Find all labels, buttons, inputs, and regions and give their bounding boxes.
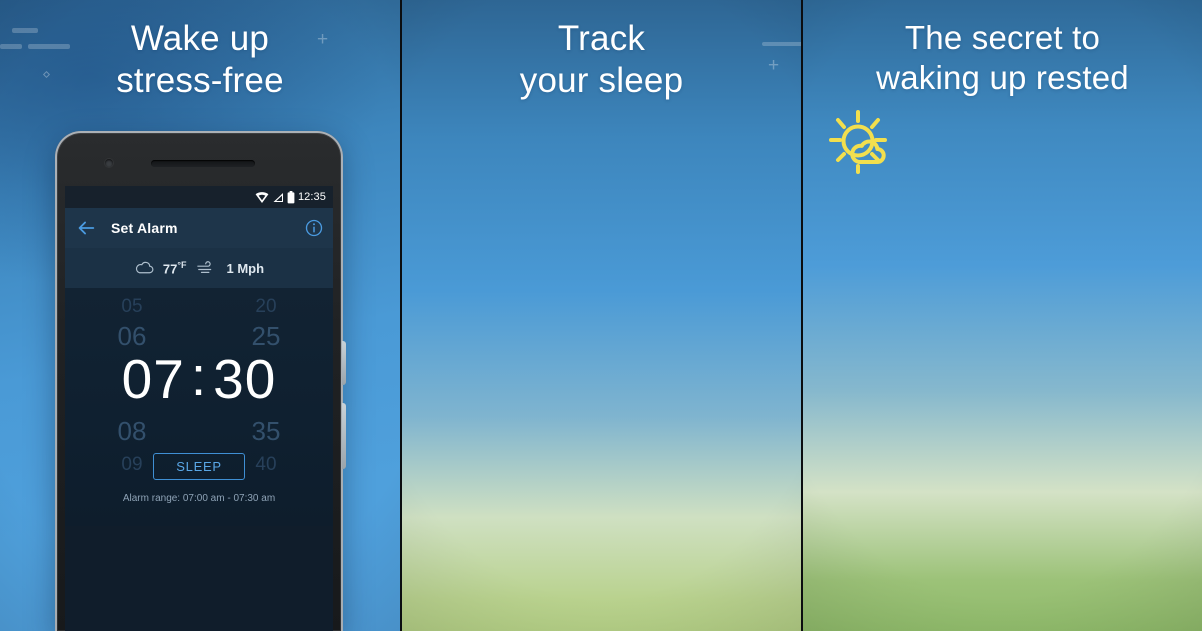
back-arrow-icon[interactable] (75, 217, 97, 239)
panel-3-headline: The secret to waking up rested (803, 18, 1202, 98)
headline-line-1: Track (557, 19, 646, 58)
weather-row: 77°F 1 Mph (65, 248, 333, 288)
wind-value: 1 Mph (226, 260, 265, 276)
minute-option-below[interactable]: 35 (199, 416, 333, 447)
panel-waking-rested: The secret to waking up rested (803, 0, 1202, 631)
sleep-button[interactable]: SLEEP (153, 453, 245, 480)
alarm-time-picker[interactable]: 05 06 08 09 20 25 35 40 07:30 SLEEP Alar… (65, 288, 333, 526)
sun-behind-cloud-icon (829, 110, 887, 174)
hour-option-far-above[interactable]: 05 (65, 296, 199, 318)
minute-option-far-above[interactable]: 20 (199, 296, 333, 318)
selected-hour: 07 (121, 348, 185, 410)
status-bar-1: 12:35 (65, 186, 333, 208)
panel-wake-up: + Wake up stress-free 12:35 Set Alarm 77… (0, 0, 400, 631)
panel-1-headline: Wake up stress-free (0, 18, 400, 103)
panel-2-headline: Track your sleep (402, 18, 801, 103)
front-camera-icon (105, 159, 113, 167)
time-separator: : (190, 345, 208, 407)
volume-button[interactable] (342, 403, 346, 469)
temperature-unit: °F (177, 259, 187, 270)
cloud-icon (135, 261, 154, 274)
wind-icon (196, 261, 211, 273)
phone-mockup-1: 12:35 Set Alarm 77°F 1 Mph 05 06 08 09 2… (55, 131, 346, 631)
info-icon[interactable] (305, 219, 323, 237)
signal-icon (273, 192, 283, 202)
headline-line-2: stress-free (116, 61, 284, 101)
headline-line-1: The secret to (904, 19, 1101, 56)
phone-screen-1: 12:35 Set Alarm 77°F 1 Mph 05 06 08 09 2… (65, 186, 333, 631)
headline-line-1: Wake up (130, 19, 270, 58)
earpiece-speaker (151, 160, 255, 167)
power-button[interactable] (342, 341, 346, 385)
screenshot-stage: + Wake up stress-free 12:35 Set Alarm 77… (0, 0, 1202, 631)
status-bar-time: 12:35 (297, 191, 326, 203)
battery-icon (287, 190, 295, 203)
temperature-value: 77°F (162, 259, 187, 277)
headline-line-2: your sleep (519, 61, 684, 101)
app-bar-title: Set Alarm (111, 220, 178, 236)
alarm-range-text: Alarm range: 07:00 am - 07:30 am (122, 493, 276, 504)
selected-alarm-time: 07:30 (65, 349, 333, 407)
app-bar-set-alarm: Set Alarm (65, 208, 333, 248)
wifi-icon (255, 191, 269, 203)
headline-line-2: waking up rested (876, 58, 1129, 96)
selected-minute: 30 (213, 348, 277, 410)
hour-option-below[interactable]: 08 (65, 416, 199, 447)
panel-track-sleep: + Track your sleep (402, 0, 801, 631)
